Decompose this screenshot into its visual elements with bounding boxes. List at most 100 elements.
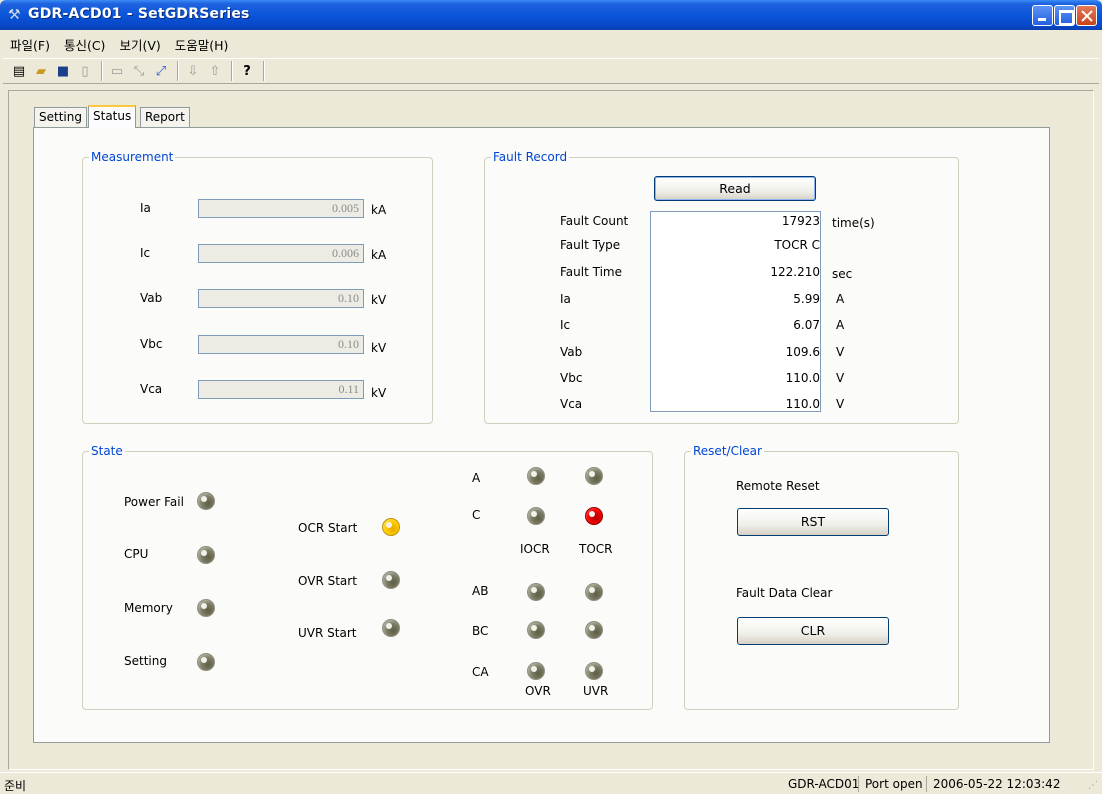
open-folder-icon[interactable]: ▰ [31,61,51,81]
toolbar: ▤ ▰ ■ ▯ ▭ ⤡ ⤢ ⇩ ⇧ ? [3,58,1099,84]
menu-file[interactable]: 파일(F) [3,35,57,54]
state-phase-a: A [472,471,481,485]
measure-label-vab: Vab [140,291,163,305]
menu-help[interactable]: 도움말(H) [168,35,236,54]
led-ovr-start-icon [382,571,400,589]
state-col-uvr: UVR [583,684,609,698]
maximize-button[interactable] [1054,5,1075,26]
monitor-icon[interactable]: ▭ [107,61,127,81]
rst-button[interactable]: RST [737,508,889,536]
status-port: Port open [858,776,929,792]
tab-setting[interactable]: Setting [34,107,87,128]
state-phase-ab: AB [472,584,489,598]
fault-label-ia: Ia [560,292,571,306]
close-button[interactable] [1076,5,1097,26]
menu-view[interactable]: 보기(V) [112,35,167,54]
resize-grip-icon[interactable]: ⋰ [1088,780,1100,792]
app-window: ⚒ GDR-ACD01 - SetGDRSeries 파일(F) 통신(C) 보… [0,0,1102,794]
led-ca-uvr-icon [585,662,603,680]
state-label-memory: Memory [124,601,173,615]
fault-unit-ic: A [836,318,845,332]
fault-value-vab: 109.6 [785,345,820,359]
fault-unit-count: time(s) [832,216,875,230]
fault-value-type: TOCR C [774,238,820,252]
fault-unit-vca: V [836,397,845,411]
fault-label-vbc: Vbc [560,371,583,385]
state-phase-ca: CA [472,665,489,679]
led-bc-ovr-icon [527,621,545,639]
fault-label-time: Fault Time [560,265,622,279]
led-a-tocr-icon [585,467,603,485]
toolbar-separator [177,61,179,81]
measure-value-vbc: 0.10 [198,335,364,354]
read-button[interactable]: Read [654,176,816,201]
title-bar[interactable]: ⚒ GDR-ACD01 - SetGDRSeries [0,0,1102,30]
fault-unit-time: sec [832,267,853,281]
measurement-title: Measurement [89,150,176,164]
measure-label-vbc: Vbc [140,337,163,351]
fault-value-count: 17923 [781,214,820,228]
menu-communication[interactable]: 통신(C) [57,35,112,54]
led-uvr-start-icon [382,619,400,637]
status-bar: 준비 GDR-ACD01 Port open 2006-05-22 12:03:… [0,772,1102,794]
fault-label-vca: Vca [560,397,583,411]
grid-icon[interactable]: ▤ [9,61,29,81]
clr-button[interactable]: CLR [737,617,889,645]
led-c-iocr-icon [527,507,545,525]
disconnect-icon[interactable]: ⤢ [151,61,171,81]
save-icon[interactable]: ■ [53,61,73,81]
state-col-ovr: OVR [525,684,551,698]
state-label-ocr-start: OCR Start [298,521,358,535]
fault-label-count: Fault Count [560,214,629,228]
download-icon[interactable]: ⇩ [183,61,203,81]
fault-label-ic: Ic [560,318,571,332]
minimize-button[interactable] [1032,5,1053,26]
measure-value-ia: 0.005 [198,199,364,218]
led-cpu-icon [197,546,215,564]
state-label-power-fail: Power Fail [124,495,184,509]
connect-icon[interactable]: ⤡ [129,61,149,81]
fault-unit-vab: V [836,345,845,359]
measure-unit-vca: kV [371,386,387,400]
window-title: GDR-ACD01 - SetGDRSeries [28,6,250,22]
led-a-iocr-icon [527,467,545,485]
state-label-ovr-start: OVR Start [298,574,357,588]
status-ready-text: 준비 [4,779,27,793]
help-icon[interactable]: ? [237,61,257,81]
measure-unit-ia: kA [371,203,387,217]
fault-label-type: Fault Type [560,238,621,252]
led-setting-icon [197,653,215,671]
measure-unit-vab: kV [371,293,387,307]
menu-bar: 파일(F) 통신(C) 보기(V) 도움말(H) [3,33,1099,55]
state-col-iocr: IOCR [520,542,550,556]
led-power-fail-icon [197,492,215,510]
document-icon[interactable]: ▯ [75,61,95,81]
toolbar-separator [231,61,233,81]
led-c-tocr-icon [585,507,603,525]
measure-label-vca: Vca [140,382,163,396]
measure-value-vab: 0.10 [198,289,364,308]
measure-label-ia: Ia [140,201,151,215]
measure-unit-ic: kA [371,248,387,262]
measure-value-vca: 0.11 [198,380,364,399]
fault-value-ia: 5.99 [793,292,820,306]
tab-report[interactable]: Report [140,107,190,128]
upload-icon[interactable]: ⇧ [205,61,225,81]
led-ab-ovr-icon [527,583,545,601]
reset-clear-group: Reset/Clear [684,444,959,710]
fault-data-clear-label: Fault Data Clear [736,586,833,600]
remote-reset-label: Remote Reset [736,479,820,493]
led-memory-icon [197,599,215,617]
state-title: State [89,444,125,458]
state-label-setting: Setting [124,654,167,668]
fault-value-vbc: 110.0 [785,371,820,385]
led-bc-uvr-icon [585,621,603,639]
toolbar-separator [263,61,265,81]
status-device: GDR-ACD01 [788,777,860,791]
tab-status[interactable]: Status [88,105,137,128]
state-col-tocr: TOCR [579,542,613,556]
tools-icon: ⚒ [8,7,21,23]
measure-unit-vbc: kV [371,341,387,355]
fault-record-title: Fault Record [491,150,570,164]
measure-label-ic: Ic [140,246,151,260]
